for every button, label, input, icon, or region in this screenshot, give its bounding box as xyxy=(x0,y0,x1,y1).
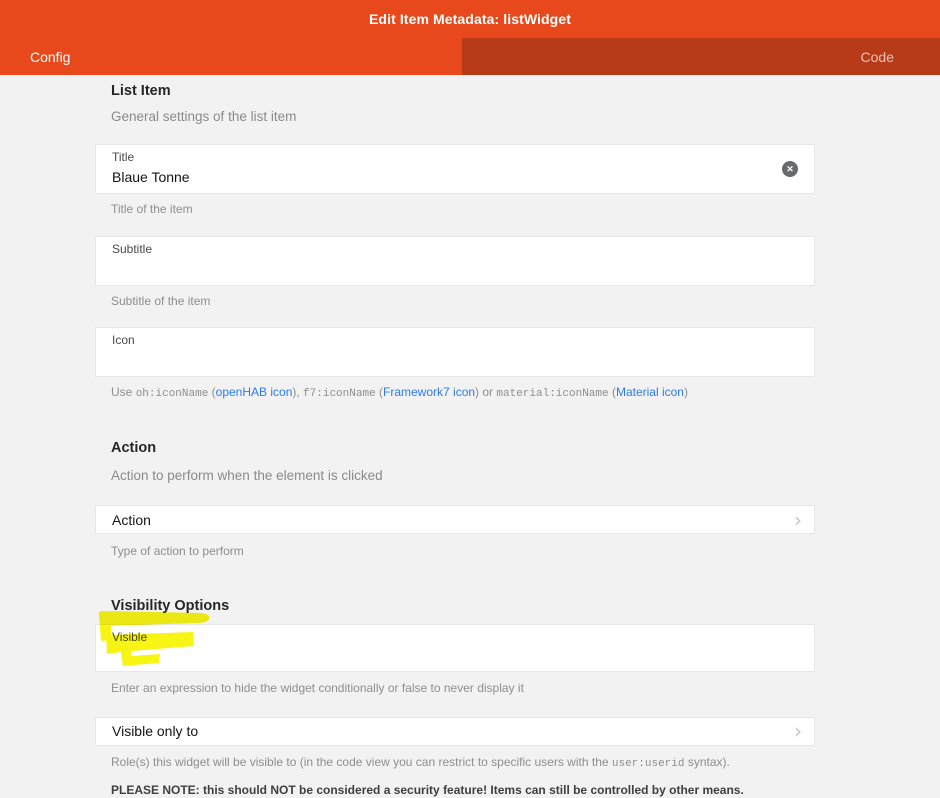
subtitle-field-box: Subtitle xyxy=(95,236,815,287)
action-row-label: Action xyxy=(112,511,151,528)
section-visibility: Visibility Options Visible xyxy=(95,597,815,672)
icon-hint-code-oh: oh:iconName xyxy=(135,388,209,401)
page-title: Edit Item Metadata: listWidget xyxy=(368,11,571,27)
visible-only-to-row[interactable]: Visible only to › xyxy=(95,716,815,746)
tab-code[interactable]: Code xyxy=(462,38,940,75)
section-heading-action: Action xyxy=(111,440,157,457)
action-row-hint: Type of action to perform xyxy=(111,544,244,559)
visible-field-hint: Enter an expression to hide the widget c… xyxy=(111,680,524,695)
tabbar: Config Code xyxy=(0,38,940,75)
subtitle-field-label: Subtitle xyxy=(112,242,153,257)
icon-hint-code-f7: f7:iconName xyxy=(303,388,376,401)
title-field-hint: Title of the item xyxy=(111,202,193,216)
section-desc-list-item: General settings of the list item xyxy=(111,109,297,125)
section-heading-visibility: Visibility Options xyxy=(111,598,230,615)
icon-input[interactable] xyxy=(112,348,752,368)
titlebar: Edit Item Metadata: listWidget xyxy=(0,0,940,38)
security-note: PLEASE NOTE: this should NOT be consider… xyxy=(111,782,744,797)
icon-field-hint: Use oh:iconName (openHAB icon), f7:iconN… xyxy=(111,385,688,401)
section-heading-list-item: List Item xyxy=(111,83,171,99)
openhab-icon-link[interactable]: openHAB icon xyxy=(216,385,293,399)
framework7-icon-link[interactable]: Framework7 icon xyxy=(383,385,475,399)
icon-hint-text: Use xyxy=(111,385,136,400)
subtitle-field-hint: Subtitle of the item xyxy=(111,294,211,309)
action-row[interactable]: Action › xyxy=(95,505,815,535)
icon-field-label: Icon xyxy=(112,333,135,348)
visible-field-box: Visible xyxy=(95,623,815,672)
icon-field-box: Icon xyxy=(95,327,815,378)
icon-hint-code-material: material:iconName xyxy=(496,388,609,401)
clear-title-icon[interactable]: ✕ xyxy=(782,161,798,177)
tab-config-label: Config xyxy=(30,48,71,65)
config-form: List Item General settings of the list i… xyxy=(95,82,815,798)
subtitle-input[interactable] xyxy=(112,257,752,277)
material-icon-link[interactable]: Material icon xyxy=(616,385,684,399)
title-input[interactable] xyxy=(112,165,752,185)
visible-field-label: Visible xyxy=(112,629,148,644)
title-field-box: Title ✕ xyxy=(95,144,815,194)
tab-config[interactable]: Config xyxy=(0,38,462,75)
visible-input[interactable] xyxy=(112,645,752,665)
visible-only-to-label: Visible only to xyxy=(112,723,199,740)
tab-code-label: Code xyxy=(860,48,894,65)
title-field-label: Title xyxy=(112,150,135,164)
visible-only-to-hint: Role(s) this widget will be visible to (… xyxy=(111,754,730,770)
section-desc-action: Action to perform when the element is cl… xyxy=(111,468,383,484)
